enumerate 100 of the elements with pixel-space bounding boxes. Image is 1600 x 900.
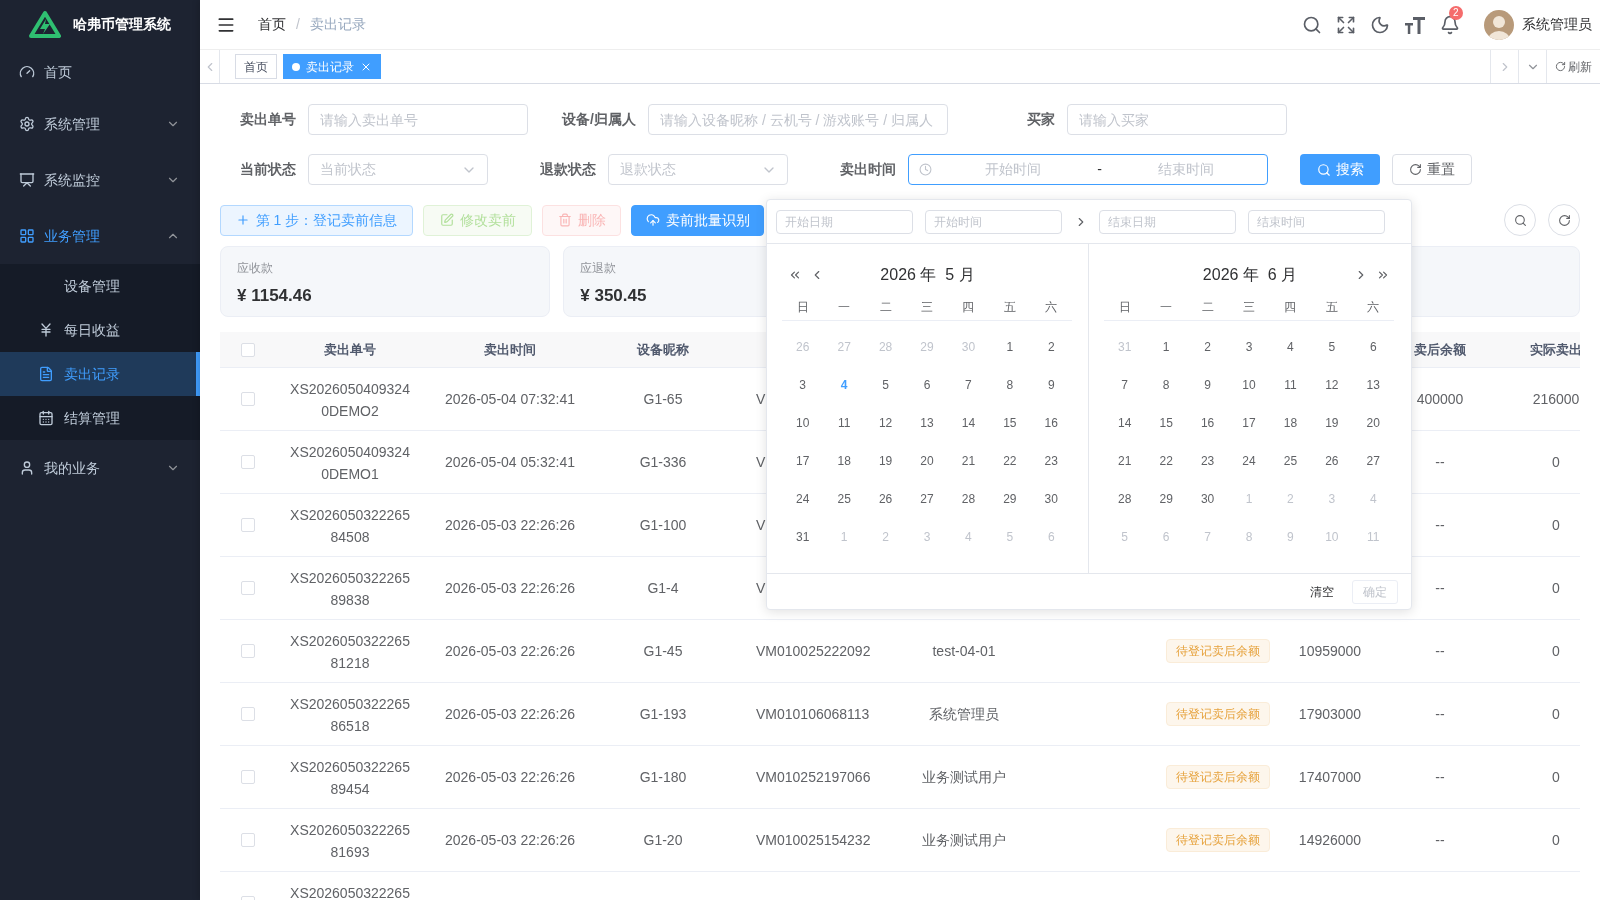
user-name[interactable]: 系统管理员 xyxy=(1522,14,1592,35)
clear-link[interactable]: 清空 xyxy=(1310,582,1334,601)
checkbox[interactable] xyxy=(241,707,255,721)
calendar-day[interactable]: 28 xyxy=(1118,490,1132,508)
checkbox[interactable] xyxy=(241,392,255,406)
avatar[interactable] xyxy=(1484,9,1514,40)
calendar-day[interactable]: 11 xyxy=(837,414,851,432)
end-time-field[interactable]: 结束时间 xyxy=(1248,209,1385,234)
calendar-day[interactable]: 4 xyxy=(1287,338,1294,356)
checkbox[interactable] xyxy=(241,644,255,658)
calendar-day[interactable]: 5 xyxy=(1328,338,1336,356)
select-input[interactable]: 退款状态 xyxy=(620,159,761,180)
checkbox[interactable] xyxy=(241,581,255,595)
calendar-day[interactable]: 8 xyxy=(1162,376,1170,394)
calendar-day[interactable]: 3 xyxy=(799,376,807,394)
calendar-day[interactable]: 1 xyxy=(1006,338,1014,356)
calendar-day[interactable]: 29 xyxy=(1159,490,1173,508)
calendar-day[interactable]: 27 xyxy=(1366,452,1380,470)
start-time-field[interactable]: 开始时间 xyxy=(925,209,1062,234)
calendar-day[interactable]: 25 xyxy=(1283,452,1298,470)
calendar-day[interactable]: 10 xyxy=(1242,376,1256,394)
checkbox[interactable] xyxy=(241,518,255,532)
previous-year-icon[interactable] xyxy=(788,268,802,282)
calendar-day[interactable]: 18 xyxy=(1283,414,1298,432)
calendar-day[interactable]: 19 xyxy=(1325,414,1339,432)
calendar-day[interactable]: 22 xyxy=(1003,452,1017,470)
calendar-day[interactable]: 29 xyxy=(1003,490,1017,508)
end-time-input[interactable]: 结束时间 xyxy=(1105,159,1267,180)
calendar-day[interactable]: 23 xyxy=(1044,452,1058,470)
start-time-input[interactable]: 开始时间 xyxy=(932,159,1094,180)
menu-item[interactable]: 业务管理 xyxy=(0,208,200,264)
calendar-day[interactable]: 24 xyxy=(1242,452,1256,470)
calendar-day[interactable]: 5 xyxy=(882,376,889,394)
start-date-field[interactable]: 开始日期 xyxy=(776,209,913,234)
calendar-day[interactable]: 10 xyxy=(796,414,810,432)
submenu-item[interactable]: 每日收益 xyxy=(0,308,200,352)
calendar-day[interactable]: 15 xyxy=(1003,414,1017,432)
calendar-day[interactable]: 30 xyxy=(1200,490,1215,508)
calendar-day[interactable]: 27 xyxy=(920,490,934,508)
tab[interactable]: 首页 xyxy=(235,54,277,79)
calendar-day[interactable]: 9 xyxy=(1204,376,1211,394)
calendar-day[interactable]: 17 xyxy=(796,452,810,470)
search-icon[interactable] xyxy=(1302,14,1322,35)
calendar-day[interactable]: 1 xyxy=(1162,338,1170,356)
calendar-day[interactable]: 6 xyxy=(1369,338,1377,356)
calendar-day[interactable]: 22 xyxy=(1159,452,1173,470)
calendar-day[interactable]: 12 xyxy=(1325,376,1339,394)
calendar-day[interactable]: 25 xyxy=(837,490,851,508)
select-field[interactable]: 退款状态 xyxy=(608,154,788,185)
fullscreen-icon[interactable] xyxy=(1336,14,1356,35)
breadcrumb-item[interactable]: 首页 xyxy=(258,14,286,35)
moon-icon[interactable] xyxy=(1370,14,1390,35)
checkbox[interactable] xyxy=(241,455,255,469)
calendar-day[interactable]: 31 xyxy=(796,528,810,546)
date-range-field[interactable]: 开始时间 - 结束时间 xyxy=(908,154,1268,185)
calendar-day[interactable]: 2 xyxy=(1047,338,1055,356)
calendar-day[interactable]: 6 xyxy=(923,376,931,394)
select-input[interactable]: 当前状态 xyxy=(320,159,461,180)
calendar-day[interactable]: 20 xyxy=(920,452,934,470)
checkbox[interactable] xyxy=(241,833,255,847)
submenu-item[interactable]: 结算管理 xyxy=(0,396,200,440)
checkbox[interactable] xyxy=(241,342,255,357)
menu-item[interactable]: 我的业务 xyxy=(0,440,200,496)
calendar-day[interactable]: 16 xyxy=(1044,414,1058,432)
calendar-day[interactable]: 7 xyxy=(965,376,972,394)
submenu-item[interactable]: 设备管理 xyxy=(0,264,200,308)
calendar-day[interactable]: 14 xyxy=(961,414,976,432)
calendar-day[interactable]: 16 xyxy=(1200,414,1215,432)
calendar-day[interactable]: 13 xyxy=(1366,376,1380,394)
text-field[interactable]: 请输入卖出单号 xyxy=(308,104,528,135)
refresh-button[interactable]: 刷新 xyxy=(1546,50,1600,83)
calendar-day[interactable]: 30 xyxy=(1044,490,1058,508)
calendar-day[interactable]: 18 xyxy=(837,452,851,470)
submenu-item[interactable]: 卖出记录 xyxy=(0,352,200,396)
calendar-day[interactable]: 24 xyxy=(796,490,810,508)
calendar-day[interactable]: 19 xyxy=(878,452,893,470)
menu-item[interactable]: 首页 xyxy=(0,48,200,96)
calendar-day[interactable]: 21 xyxy=(1118,452,1132,470)
calendar-day[interactable]: 2 xyxy=(1204,338,1211,356)
text-field[interactable]: 请输入买家 xyxy=(1067,104,1287,135)
calendar-day[interactable]: 23 xyxy=(1200,452,1215,470)
calendar-day[interactable]: 28 xyxy=(961,490,976,508)
calendar-day[interactable]: 3 xyxy=(1245,338,1253,356)
text-field[interactable]: 请输入设备昵称 / 云机号 / 游戏账号 / 归属人 xyxy=(648,104,948,135)
calendar-day[interactable]: 17 xyxy=(1242,414,1256,432)
calendar-day[interactable]: 9 xyxy=(1047,376,1055,394)
calendar-day[interactable]: 12 xyxy=(878,414,893,432)
menu-item[interactable]: 系统监控 xyxy=(0,152,200,208)
select-field[interactable]: 当前状态 xyxy=(308,154,488,185)
calendar-day[interactable]: 8 xyxy=(1006,376,1014,394)
calendar-day[interactable]: 11 xyxy=(1284,376,1297,394)
calendar-day[interactable]: 14 xyxy=(1118,414,1132,432)
calendar-day[interactable]: 15 xyxy=(1159,414,1173,432)
calendar-day[interactable]: 26 xyxy=(878,490,893,508)
reset-button[interactable]: 重置 xyxy=(1392,154,1472,185)
calendar-day[interactable]: 21 xyxy=(961,452,976,470)
calendar-day[interactable]: 13 xyxy=(920,414,934,432)
next-year-icon[interactable] xyxy=(1376,268,1390,282)
font-size-icon[interactable] xyxy=(1404,14,1426,35)
calendar-day[interactable]: 7 xyxy=(1121,376,1129,394)
